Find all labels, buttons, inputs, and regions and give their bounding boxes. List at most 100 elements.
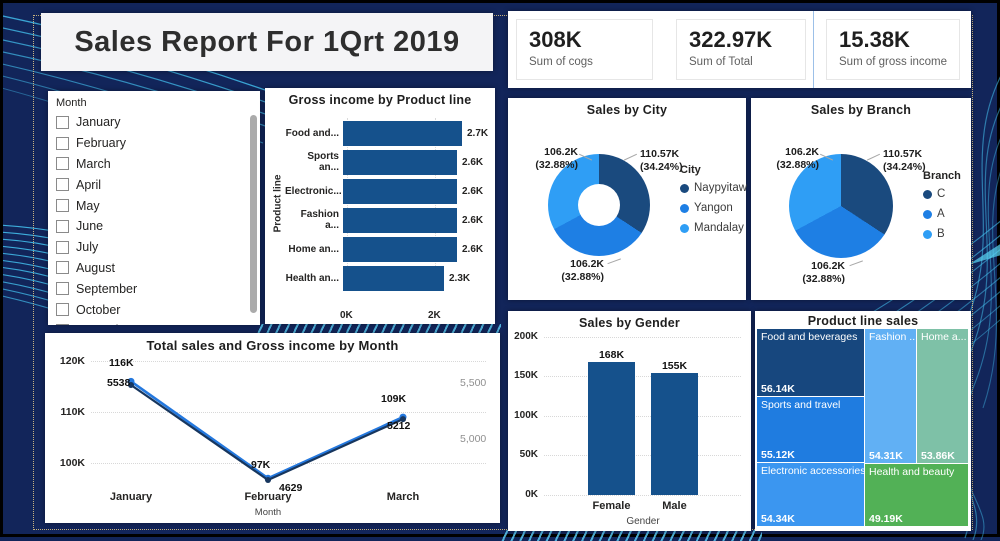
legend: Branch C A B — [923, 170, 961, 248]
slicer-item-november[interactable]: November — [48, 320, 260, 325]
treemap-tile-food-and-beverages[interactable]: Food and beverages 56.14K — [757, 329, 864, 396]
slicer-item-january[interactable]: January — [48, 112, 260, 133]
kpi-panel: 308K Sum of cogs 322.97K Sum of Total 15… — [508, 11, 971, 88]
bar[interactable] — [343, 150, 457, 175]
kpi-label: Sum of cogs — [529, 56, 652, 68]
data-label: 155K — [651, 360, 698, 372]
y-axis-title: Product line — [273, 169, 284, 239]
leader-line — [864, 147, 880, 160]
product-line-sales-treemap: Product line sales Food and beverages 56… — [755, 311, 971, 531]
hatch-decoration — [500, 530, 762, 541]
legend-item-mandalay[interactable]: Mandalay — [680, 222, 747, 234]
kpi-divider — [813, 11, 814, 88]
treemap-tile-health-and-beauty[interactable]: Health and beauty 49.19K — [865, 464, 968, 526]
checkbox-icon[interactable] — [56, 220, 69, 233]
y-tick: 100K — [508, 410, 538, 421]
y-tick: 200K — [508, 331, 538, 342]
kpi-card-gross-income[interactable]: 15.38K Sum of gross income — [826, 19, 960, 80]
slicer-list: January February March April May June Ju… — [48, 112, 260, 325]
checkbox-icon[interactable] — [56, 116, 69, 129]
y-tick: 150K — [508, 370, 538, 381]
treemap-tile-fashion-accessories[interactable]: Fashion ... 54.31K — [865, 329, 916, 463]
legend-dot — [680, 204, 689, 213]
y-tick: 50K — [508, 449, 538, 460]
data-label: 116K — [109, 357, 134, 369]
bar[interactable] — [343, 179, 457, 204]
bar-row: Food and...2.7K — [285, 118, 489, 148]
gridline — [544, 337, 741, 338]
x-tick: 0K — [340, 310, 353, 321]
bar-female[interactable] — [588, 362, 635, 495]
legend-item-yangon[interactable]: Yangon — [680, 202, 747, 214]
x-axis-title: Month — [250, 507, 286, 518]
slicer-scrollbar[interactable] — [250, 115, 257, 313]
bar-male[interactable] — [651, 373, 698, 495]
x-tick: January — [101, 491, 161, 503]
callout-b: 106.2K(32.88%) — [759, 146, 819, 172]
gridline — [544, 495, 741, 496]
kpi-value: 15.38K — [839, 27, 959, 53]
checkbox-icon[interactable] — [56, 157, 69, 170]
report-title-panel: Sales Report For 1Qrt 2019 — [41, 13, 493, 71]
checkbox-icon[interactable] — [56, 178, 69, 191]
bar-row: Sports an...2.6K — [285, 147, 489, 177]
slicer-item-october[interactable]: October — [48, 299, 260, 320]
data-label: 5212 — [387, 420, 410, 432]
data-label: 168K — [588, 349, 635, 361]
bar-row: Fashion a...2.6K — [285, 205, 489, 235]
kpi-value: 308K — [529, 27, 652, 53]
legend: City Naypyitaw Yangon Mandalay — [680, 164, 747, 242]
x-tick: March — [373, 491, 433, 503]
treemap-tile-sports-and-travel[interactable]: Sports and travel 55.12K — [757, 397, 864, 462]
kpi-label: Sum of gross income — [839, 56, 959, 68]
checkbox-icon[interactable] — [56, 282, 69, 295]
bar-row: Health an...2.3K — [285, 263, 489, 293]
slicer-item-august[interactable]: August — [48, 258, 260, 279]
treemap-tile-home-and-lifestyle[interactable]: Home a... 53.86K — [917, 329, 968, 463]
slicer-item-july[interactable]: July — [48, 237, 260, 258]
legend-item-naypyitaw[interactable]: Naypyitaw — [680, 182, 747, 194]
checkbox-icon[interactable] — [56, 241, 69, 254]
donut-hole — [578, 184, 620, 226]
bar[interactable] — [343, 237, 457, 262]
legend-dot — [680, 184, 689, 193]
sales-gross-income-line-chart: Total sales and Gross income by Month 12… — [45, 333, 500, 523]
legend-item-c[interactable]: C — [923, 188, 961, 200]
slicer-item-march[interactable]: March — [48, 154, 260, 175]
checkbox-icon[interactable] — [56, 137, 69, 150]
sales-by-gender-chart: Sales by Gender 200K 150K 100K 50K 0K 16… — [508, 311, 751, 531]
kpi-card-total[interactable]: 322.97K Sum of Total — [676, 19, 806, 80]
legend-item-a[interactable]: A — [923, 208, 961, 220]
chart-title: Gross income by Product line — [265, 88, 495, 107]
checkbox-icon[interactable] — [56, 261, 69, 274]
data-label: 97K — [251, 459, 270, 471]
bar[interactable] — [343, 121, 462, 146]
slicer-header: Month — [48, 91, 260, 109]
slicer-item-february[interactable]: February — [48, 133, 260, 154]
kpi-card-cogs[interactable]: 308K Sum of cogs — [516, 19, 653, 80]
chart-title: Product line sales — [755, 311, 971, 328]
gross-income-bar-chart: Gross income by Product line Product lin… — [265, 88, 495, 324]
x-tick: Female — [588, 500, 635, 512]
kpi-label: Sum of Total — [689, 56, 805, 68]
sales-by-city-donut: Sales by City 106.2K(32.88%) 110.57K(34.… — [508, 98, 746, 300]
leader-line — [621, 147, 637, 160]
checkbox-icon[interactable] — [56, 324, 69, 325]
chart-title: Sales by Gender — [508, 311, 751, 330]
checkbox-icon[interactable] — [56, 199, 69, 212]
checkbox-icon[interactable] — [56, 303, 69, 316]
treemap-tile-electronic-accessories[interactable]: Electronic accessories 54.34K — [757, 463, 864, 526]
data-label: 4629 — [279, 482, 302, 494]
x-axis-title: Gender — [618, 516, 668, 527]
bar[interactable] — [343, 208, 457, 233]
kpi-value: 322.97K — [689, 27, 805, 53]
page-title: Sales Report For 1Qrt 2019 — [74, 26, 459, 59]
slicer-item-june[interactable]: June — [48, 216, 260, 237]
callout-yangon: 106.2K(32.88%) — [542, 258, 604, 284]
legend-item-b[interactable]: B — [923, 228, 961, 240]
slicer-item-april[interactable]: April — [48, 174, 260, 195]
slicer-item-may[interactable]: May — [48, 195, 260, 216]
slicer-item-september[interactable]: September — [48, 278, 260, 299]
bar[interactable] — [343, 266, 444, 291]
callout-a: 106.2K(32.88%) — [785, 260, 845, 286]
